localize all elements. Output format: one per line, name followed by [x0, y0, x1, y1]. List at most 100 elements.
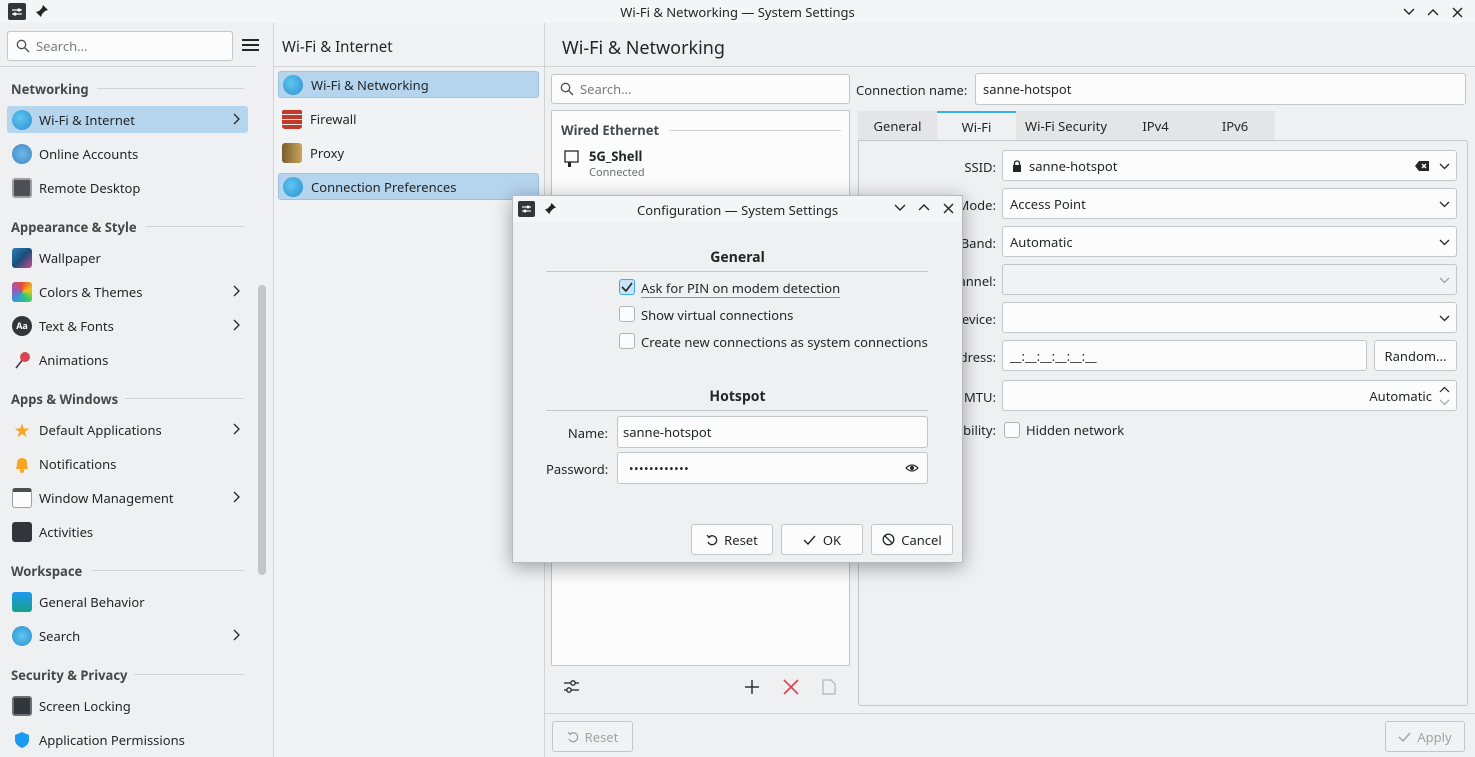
band-select[interactable]: Automatic: [1002, 226, 1457, 257]
sidebar-item-activities[interactable]: Activities: [7, 518, 248, 545]
sidebar-item-general-behavior[interactable]: General Behavior: [7, 588, 248, 615]
dialog-maximize-button[interactable]: [918, 203, 930, 211]
sidebar-search-placeholder: Search...: [36, 37, 88, 55]
general-heading: General: [710, 248, 765, 267]
sidebar-item-window-management[interactable]: Window Management: [7, 484, 248, 511]
mac-address-input[interactable]: __:__:__:__:__:__: [1002, 340, 1367, 371]
spin-arrows-icon[interactable]: [1439, 386, 1450, 406]
category-apps-windows: Apps & Windows: [11, 390, 119, 408]
channel-select[interactable]: [1002, 264, 1457, 295]
sidebar-item-notifications[interactable]: Notifications: [7, 450, 248, 477]
connection-name-input[interactable]: sanne-hotspot: [975, 73, 1466, 105]
mtu-value: Automatic: [1369, 386, 1432, 405]
check-icon: [803, 535, 816, 545]
dialog-ok-button[interactable]: OK: [781, 524, 863, 555]
wallpaper-icon: [12, 247, 32, 268]
search-settings-icon: [12, 625, 32, 646]
apply-label: Apply: [1417, 727, 1452, 746]
sidebar-item-label: Default Applications: [39, 420, 162, 439]
reset-button[interactable]: Reset: [552, 721, 633, 752]
add-icon[interactable]: [744, 679, 760, 695]
sidebar-item-label: Text & Fonts: [39, 316, 114, 335]
system-connections-checkbox[interactable]: [619, 333, 635, 349]
mid-item-firewall[interactable]: Firewall: [278, 105, 539, 132]
delete-icon[interactable]: [783, 679, 799, 695]
sidebar-item-colors-themes[interactable]: Colors & Themes: [7, 278, 248, 305]
ask-pin-label: Ask for PIN on modem detection: [641, 279, 841, 298]
sidebar-item-search[interactable]: Search: [7, 622, 248, 649]
mtu-spinbox[interactable]: Automatic: [1002, 380, 1457, 411]
hotspot-password-input[interactable]: ••••••••••••: [617, 452, 928, 484]
configure-icon[interactable]: [563, 678, 580, 695]
tab-general[interactable]: General: [858, 111, 937, 141]
connection-name-value: sanne-hotspot: [983, 80, 1072, 98]
activities-icon: [12, 521, 32, 542]
device-select[interactable]: [1002, 302, 1457, 333]
export-icon[interactable]: [821, 679, 837, 695]
tab-ipv6[interactable]: IPv6: [1195, 111, 1275, 141]
window-titlebar: Wi-Fi & Networking — System Settings: [0, 0, 1475, 23]
check-icon: [1398, 732, 1411, 742]
dialog-cancel-button[interactable]: Cancel: [871, 524, 953, 555]
screen-lock-icon: [12, 695, 32, 716]
maximize-button[interactable]: [1424, 3, 1442, 21]
mid-item-connection-preferences[interactable]: Connection Preferences: [278, 173, 539, 200]
cancel-icon: [882, 533, 895, 546]
sidebar-item-remote-desktop[interactable]: Remote Desktop: [7, 174, 248, 201]
app-icon: [518, 201, 535, 217]
sidebar-item-wifi-internet[interactable]: Wi-Fi & Internet: [7, 106, 248, 133]
star-icon: ★: [13, 416, 31, 443]
random-button[interactable]: Random...: [1374, 340, 1457, 371]
show-virtual-checkbox[interactable]: [619, 306, 635, 322]
hidden-network-checkbox[interactable]: [1004, 422, 1020, 438]
minimize-button[interactable]: [1400, 3, 1418, 21]
sidebar-item-application-permissions[interactable]: Application Permissions: [7, 726, 248, 753]
subcategory-panel: Wi-Fi & Internet Wi-Fi & Networking Fire…: [273, 23, 545, 757]
hotspot-name-value: sanne-hotspot: [623, 423, 712, 441]
tab-wifi-security[interactable]: Wi-Fi Security: [1016, 111, 1116, 141]
connection-status: Connected: [589, 165, 645, 180]
tab-wifi[interactable]: Wi-Fi: [937, 111, 1016, 141]
ssid-combobox[interactable]: sanne-hotspot: [1002, 150, 1457, 181]
mid-item-proxy[interactable]: Proxy: [278, 139, 539, 166]
dialog-minimize-button[interactable]: [894, 204, 906, 212]
pin-icon[interactable]: [544, 202, 557, 215]
chevron-right-icon: [233, 629, 240, 641]
sidebar-item-online-accounts[interactable]: Online Accounts: [7, 140, 248, 167]
apply-button[interactable]: Apply: [1385, 721, 1465, 752]
close-button[interactable]: [1448, 3, 1466, 21]
sidebar-item-default-applications[interactable]: ★ Default Applications: [7, 416, 248, 443]
sidebar-item-screen-locking[interactable]: Screen Locking: [7, 692, 248, 719]
sidebar-search-input[interactable]: Search...: [7, 31, 233, 61]
connection-item[interactable]: 5G_Shell Connected: [552, 143, 849, 181]
dialog-reset-button[interactable]: Reset: [691, 524, 773, 555]
middle-header: Wi-Fi & Internet: [282, 37, 393, 57]
sidebar-item-label: Remote Desktop: [39, 178, 141, 197]
mode-select[interactable]: Access Point: [1002, 188, 1457, 219]
bell-icon: [12, 454, 32, 474]
ethernet-icon: [564, 150, 580, 168]
sidebar-scrollbar[interactable]: [258, 285, 266, 575]
tab-ipv4[interactable]: IPv4: [1116, 111, 1195, 141]
dialog-close-button[interactable]: [943, 203, 954, 214]
shield-icon: [12, 730, 32, 750]
undo-icon: [706, 534, 718, 545]
ssid-label: SSID:: [964, 158, 996, 176]
sidebar-item-wallpaper[interactable]: Wallpaper: [7, 244, 248, 271]
mac-address-value: __:__:__:__:__:__: [1010, 346, 1097, 365]
reset-label: Reset: [584, 727, 619, 746]
category-appearance: Appearance & Style: [11, 218, 137, 236]
hotspot-name-input[interactable]: sanne-hotspot: [617, 416, 928, 448]
sidebar-item-label: Wi-Fi & Internet: [39, 110, 135, 129]
hamburger-menu-icon[interactable]: [242, 38, 259, 52]
connections-search-input[interactable]: Search...: [551, 74, 850, 104]
sidebar-item-label: Search: [39, 626, 81, 645]
ask-pin-checkbox[interactable]: [619, 279, 635, 295]
category-workspace: Workspace: [11, 562, 83, 580]
sidebar-item-text-fonts[interactable]: Aa Text & Fonts: [7, 312, 248, 339]
clear-icon[interactable]: [1414, 160, 1430, 172]
mid-item-wifi-networking[interactable]: Wi-Fi & Networking: [278, 71, 539, 98]
eye-icon[interactable]: [905, 463, 919, 473]
dialog-reset-label: Reset: [724, 530, 758, 549]
sidebar-item-animations[interactable]: Animations: [7, 346, 248, 373]
